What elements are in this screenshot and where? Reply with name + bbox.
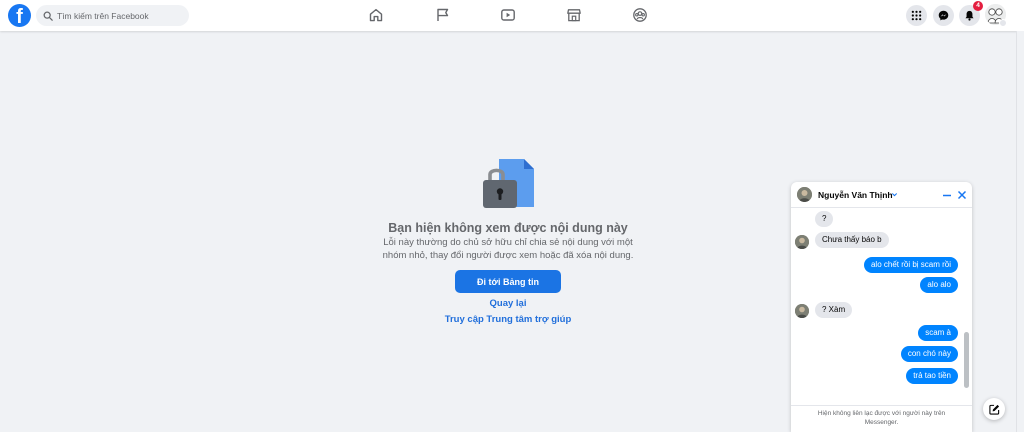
locked-content-icon — [481, 158, 537, 212]
compose-icon — [988, 404, 999, 415]
page-scrollbar[interactable] — [1016, 31, 1024, 432]
logo-letter: f — [16, 6, 23, 27]
chat-scrollbar[interactable] — [964, 332, 969, 388]
chat-footer-line: Hiện không liên lạc được với người này t… — [817, 410, 946, 417]
chat-contact-name[interactable]: Nguyễn Văn Thịnh — [818, 190, 893, 200]
home-icon[interactable] — [368, 7, 384, 23]
message-sender-avatar — [795, 235, 809, 249]
message-sender-avatar — [795, 304, 809, 318]
chevron-down-icon[interactable] — [891, 191, 898, 198]
message-outgoing[interactable]: alo chết rồi bị scam rồi — [863, 257, 958, 273]
watch-icon[interactable] — [500, 7, 516, 23]
chat-window: Nguyễn Văn Thịnh ? Chưa thấy báo b alo c… — [791, 182, 972, 432]
messenger-icon — [938, 10, 949, 21]
account-caret-icon[interactable] — [999, 19, 1007, 27]
message-outgoing[interactable]: con chó này — [900, 346, 958, 362]
message-outgoing[interactable]: trả tao tiền — [906, 368, 958, 384]
page-description-line: Lỗi này thường do chủ sở hữu chỉ chia sẻ… — [383, 237, 633, 248]
chat-header[interactable]: Nguyễn Văn Thịnh — [791, 182, 972, 208]
chat-unavailable-notice: Hiện không liên lạc được với người này t… — [791, 405, 972, 432]
chat-contact-avatar[interactable] — [797, 187, 812, 202]
messenger-button[interactable] — [933, 5, 954, 26]
minimize-icon[interactable] — [942, 189, 952, 201]
close-icon[interactable] — [957, 189, 967, 201]
go-to-feed-button[interactable]: Đi tới Bảng tin — [455, 270, 561, 293]
grid-menu-icon — [911, 10, 922, 21]
page-description-line: nhóm nhỏ, thay đổi người được xem hoặc đ… — [382, 249, 634, 261]
message-incoming[interactable]: ? Xàm — [815, 302, 853, 318]
bell-icon — [965, 10, 974, 21]
page-description: Lỗi này thường do chủ sở hữu chỉ chia sẻ… — [380, 237, 636, 262]
menu-button[interactable] — [906, 5, 927, 26]
groups-icon[interactable] — [632, 7, 648, 23]
notification-badge: 4 — [973, 1, 983, 11]
message-incoming[interactable]: Chưa thấy báo b — [815, 232, 889, 248]
search-icon — [43, 11, 53, 21]
flag-icon[interactable] — [435, 7, 451, 23]
marketplace-icon[interactable] — [566, 7, 582, 23]
top-navigation-bar: f 4 — [0, 0, 1024, 31]
search-input[interactable] — [57, 10, 187, 21]
help-center-link-label[interactable]: Truy cập Trung tâm trợ giúp — [445, 314, 572, 325]
message-outgoing[interactable]: scam à — [918, 325, 958, 341]
new-message-button[interactable] — [983, 398, 1005, 420]
back-link-label[interactable]: Quay lại — [490, 298, 527, 309]
message-outgoing[interactable]: alo alo — [920, 277, 958, 293]
chat-footer-line: Messenger. — [864, 419, 899, 426]
message-incoming[interactable]: ? — [815, 211, 834, 227]
facebook-logo[interactable]: f — [8, 4, 31, 27]
search-box[interactable] — [36, 5, 189, 26]
